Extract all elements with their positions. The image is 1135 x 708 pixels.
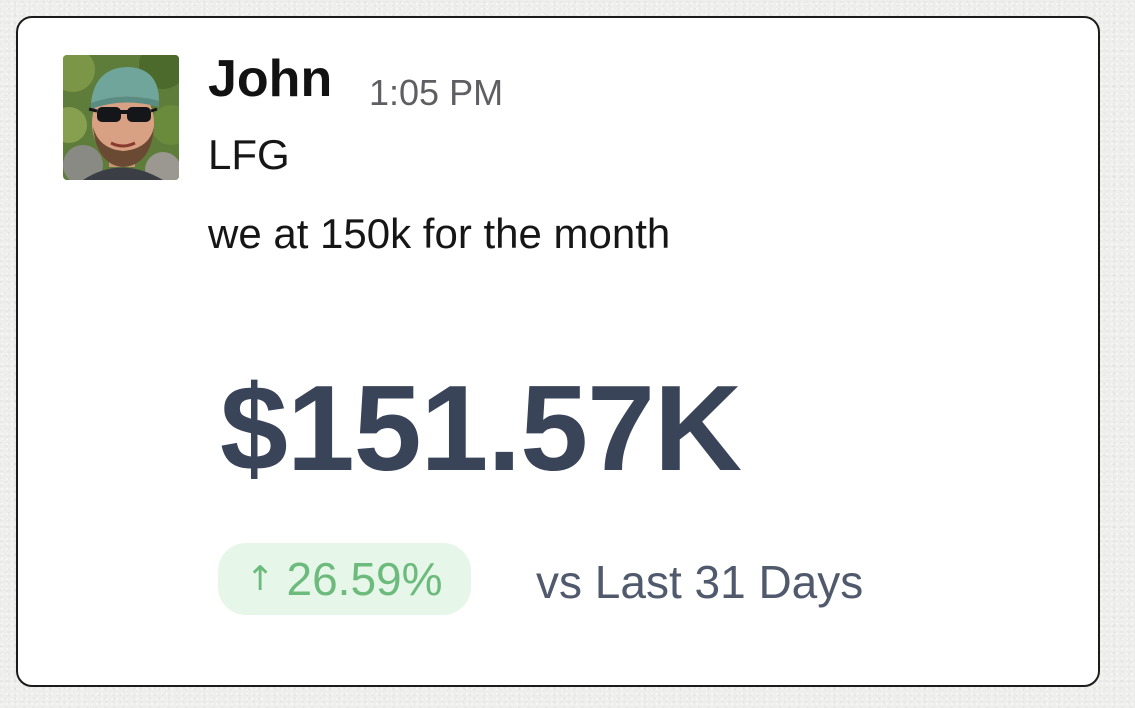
message-timestamp[interactable]: 1:05 PM: [369, 72, 503, 114]
arrow-up-icon: ↑: [246, 559, 275, 599]
comparison-label: vs Last 31 Days: [536, 556, 864, 608]
change-percent: 26.59%: [286, 553, 443, 605]
message-text-line-2: we at 150k for the month: [208, 210, 671, 257]
message-card: John 1:05 PM LFG we at 150k for the mont…: [16, 16, 1100, 687]
author-name[interactable]: John: [208, 48, 332, 110]
avatar[interactable]: [63, 55, 179, 180]
revenue-value: $151.57K: [220, 360, 742, 496]
change-badge: ↑ 26.59%: [218, 543, 471, 615]
avatar-photo: [63, 55, 179, 180]
message-text-line-1: LFG: [208, 131, 290, 178]
